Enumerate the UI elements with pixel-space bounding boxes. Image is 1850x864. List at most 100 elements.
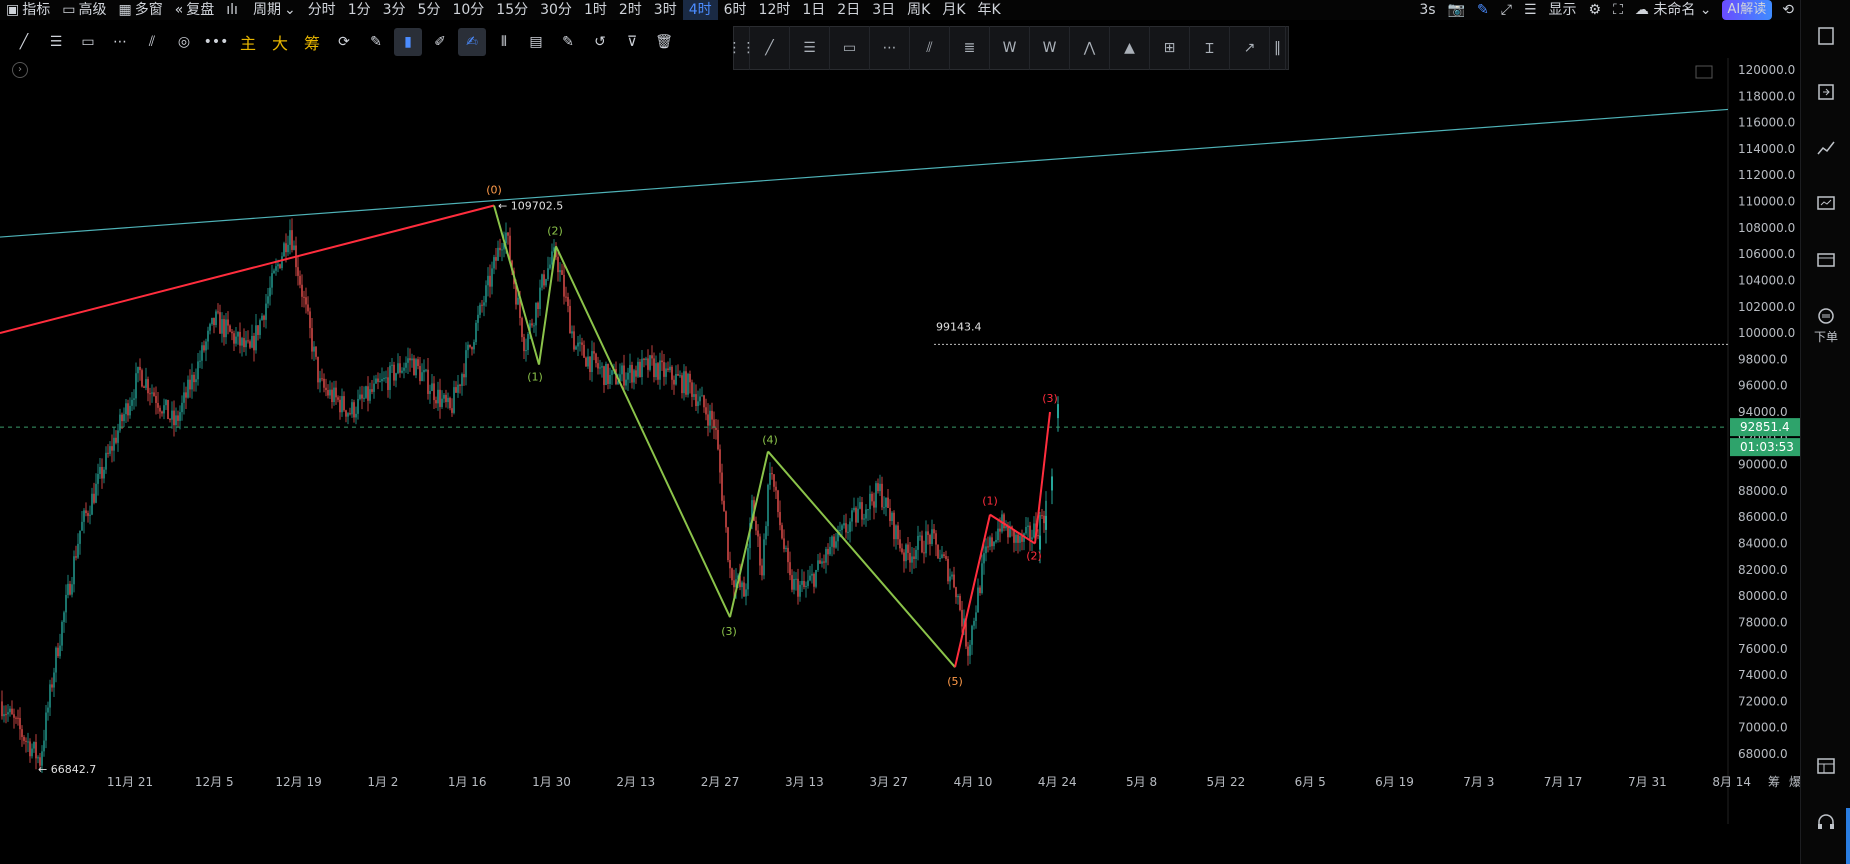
green-wave-segment bbox=[729, 451, 769, 618]
timeframe-分时[interactable]: 分时 bbox=[302, 0, 342, 20]
timeframe-年K[interactable]: 年K bbox=[972, 0, 1007, 20]
document-icon[interactable] bbox=[1816, 26, 1836, 46]
timeframe-12时[interactable]: 12时 bbox=[753, 0, 797, 20]
clipboard-icon[interactable]: ▤ bbox=[522, 28, 550, 56]
watchlist-icon[interactable] bbox=[1816, 250, 1836, 270]
camera-icon[interactable]: 📷 bbox=[1442, 0, 1471, 20]
chip-distribution-button[interactable]: 筹 bbox=[298, 28, 326, 56]
topbar-item-复盘[interactable]: «复盘 bbox=[169, 0, 221, 20]
share-icon[interactable]: ⟲ bbox=[1776, 0, 1800, 20]
topbar-item-chart-type[interactable]: ılı bbox=[220, 0, 247, 20]
chart-corner-icon[interactable] bbox=[1695, 65, 1713, 79]
main-indicator-button[interactable]: 主 bbox=[234, 28, 262, 56]
candle-body bbox=[501, 249, 503, 251]
brush-icon[interactable]: ✎ bbox=[362, 28, 390, 56]
topbar-item-指标[interactable]: ▣ 指标 bbox=[0, 0, 56, 20]
topbar-item-多窗[interactable]: ▦ 多窗 bbox=[112, 0, 168, 20]
draw-pen-icon[interactable]: ✍ bbox=[458, 28, 486, 56]
timeframe-2日[interactable]: 2日 bbox=[831, 0, 866, 20]
candle-body bbox=[819, 560, 821, 564]
timeframe-30分[interactable]: 30分 bbox=[534, 0, 578, 20]
topbar-item-周期[interactable]: 周期 ⌄ bbox=[247, 0, 302, 20]
display-menu[interactable]: 显示 bbox=[1543, 0, 1583, 20]
ai-interpret-button[interactable]: AI解读 bbox=[1721, 0, 1773, 20]
monitor-chart-icon[interactable] bbox=[1816, 194, 1836, 214]
timeframe-4时[interactable]: 4时 bbox=[682, 0, 718, 20]
timeframe-月K[interactable]: 月K bbox=[936, 0, 971, 20]
magnet-icon[interactable]: ⟳ bbox=[330, 28, 358, 56]
fib-circle-icon[interactable]: ◎ bbox=[170, 28, 198, 56]
ruler-icon[interactable]: ✐ bbox=[426, 28, 454, 56]
more-icon[interactable]: ••• bbox=[202, 28, 230, 56]
order-icon[interactable] bbox=[1816, 306, 1836, 326]
candle-body bbox=[825, 548, 827, 563]
candle-body bbox=[591, 351, 593, 373]
y-tick-label: 70000.0 bbox=[1738, 721, 1788, 735]
horizontal-lines-icon[interactable]: ☰ bbox=[42, 28, 70, 56]
order-label[interactable]: 下单 bbox=[1801, 328, 1850, 345]
candle-body bbox=[977, 587, 979, 613]
candle-body bbox=[123, 414, 125, 422]
timeframe-1分[interactable]: 1分 bbox=[342, 0, 377, 20]
edit-icon[interactable]: ✎ bbox=[554, 28, 582, 56]
timeframe-1时[interactable]: 1时 bbox=[578, 0, 613, 20]
timeframe-10分[interactable]: 10分 bbox=[446, 0, 490, 20]
candle-body bbox=[875, 483, 877, 508]
y-tick-label: 110000.0 bbox=[1738, 195, 1795, 209]
candle-body bbox=[953, 574, 955, 588]
curve-icon[interactable]: ↺ bbox=[586, 28, 614, 56]
candle-body bbox=[605, 363, 607, 385]
candle-body bbox=[885, 497, 887, 508]
candle-body bbox=[991, 537, 993, 547]
share-frame-icon[interactable]: ⤢ bbox=[1495, 0, 1518, 20]
filter-icon[interactable]: ⊽ bbox=[618, 28, 646, 56]
timeframe-3时[interactable]: 3时 bbox=[648, 0, 683, 20]
refresh-interval[interactable]: 3s bbox=[1413, 0, 1441, 20]
candle-body bbox=[427, 369, 429, 394]
timeframe-2时[interactable]: 2时 bbox=[613, 0, 648, 20]
measure-icon[interactable]: ⋯ bbox=[106, 28, 134, 56]
trend-chart-icon[interactable] bbox=[1816, 138, 1836, 158]
candle-body bbox=[937, 544, 939, 559]
settings-icon[interactable]: ⚙ bbox=[1583, 0, 1608, 20]
topbar-item-高级[interactable]: ▭ 高级 bbox=[56, 0, 112, 20]
price-chart[interactable]: 68000.0 70000.0 72000.0 74000.0 76000.0 78000… bbox=[0, 58, 1800, 864]
candle-body bbox=[743, 582, 745, 597]
candle-body bbox=[601, 366, 603, 368]
candle-body bbox=[687, 373, 689, 395]
candle-body bbox=[147, 379, 149, 394]
export-icon[interactable] bbox=[1816, 82, 1836, 102]
trendline-icon[interactable]: ╱ bbox=[10, 28, 38, 56]
timeframe-3分[interactable]: 3分 bbox=[377, 0, 412, 20]
trash-icon[interactable]: 🗑 bbox=[650, 28, 678, 56]
layout-name[interactable]: ☁ 未命名 ⌄ bbox=[1629, 0, 1718, 20]
fullscreen-icon[interactable]: ⛶ bbox=[1607, 0, 1629, 20]
timeframe-3日[interactable]: 3日 bbox=[866, 0, 901, 20]
scroll-indicator[interactable] bbox=[1846, 808, 1850, 864]
pen-icon[interactable]: ✎ bbox=[1471, 0, 1495, 20]
candle-body bbox=[775, 486, 777, 491]
candle-body bbox=[715, 427, 717, 430]
candle-body bbox=[801, 580, 803, 585]
timeframe-5分[interactable]: 5分 bbox=[412, 0, 447, 20]
timeframe-周K[interactable]: 周K bbox=[901, 0, 936, 20]
layout-icon[interactable] bbox=[1816, 756, 1836, 776]
bookmark-icon[interactable]: ▮ bbox=[394, 28, 422, 56]
timeframe-15分[interactable]: 15分 bbox=[490, 0, 534, 20]
timeframe-6时[interactable]: 6时 bbox=[718, 0, 753, 20]
candle-body bbox=[943, 554, 945, 557]
candle-body bbox=[879, 483, 881, 492]
timeframe-1日[interactable]: 1日 bbox=[796, 0, 831, 20]
list-icon[interactable]: ☰ bbox=[1518, 0, 1543, 20]
big-order-button[interactable]: 大 bbox=[266, 28, 294, 56]
headset-icon[interactable] bbox=[1816, 812, 1836, 832]
parallel-channel-icon[interactable]: ⫽ bbox=[138, 28, 166, 56]
candle-body bbox=[239, 331, 241, 346]
candle-body bbox=[755, 520, 757, 531]
low-marker-label: ← 66842.7 bbox=[38, 763, 96, 776]
top-toolbar: ▣ 指标 ▭ 高级 ▦ 多窗 «复盘 ılı 周期 ⌄ 分时 1分 3分 5分 10分 15分 30分 1时 2时 3… bbox=[0, 0, 1800, 20]
rectangle-icon[interactable]: ▭ bbox=[74, 28, 102, 56]
candle-style-icon[interactable]: ⫴ bbox=[490, 28, 518, 56]
candle-body bbox=[15, 717, 17, 719]
candle-body bbox=[567, 297, 569, 306]
